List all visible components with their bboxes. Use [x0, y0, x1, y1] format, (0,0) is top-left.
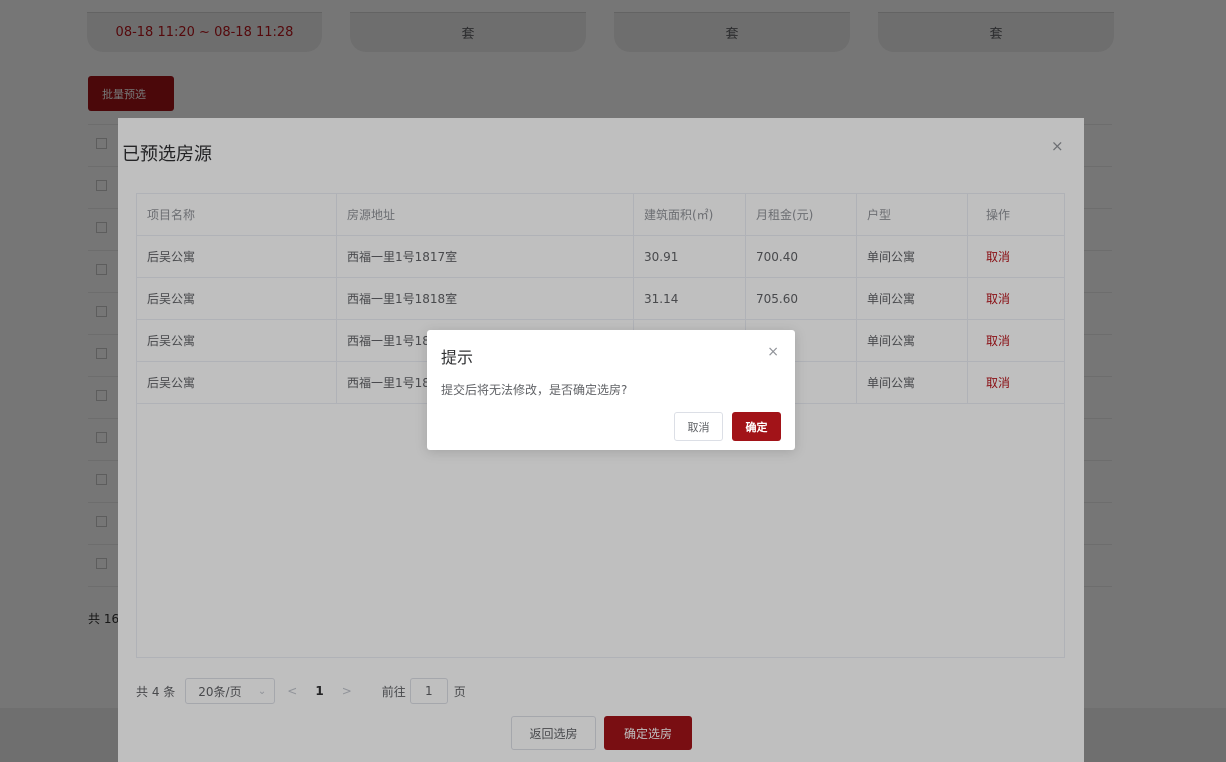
- cancel-button[interactable]: 取消: [674, 412, 723, 441]
- message-box-title: 提示: [441, 348, 474, 367]
- ok-button[interactable]: 确定: [732, 412, 781, 441]
- confirm-message-box: 提示 × 提交后将无法修改，是否确定选房? 取消 确定: [427, 330, 795, 450]
- message-box-text: 提交后将无法修改，是否确定选房?: [441, 383, 628, 397]
- close-icon[interactable]: ×: [767, 344, 779, 360]
